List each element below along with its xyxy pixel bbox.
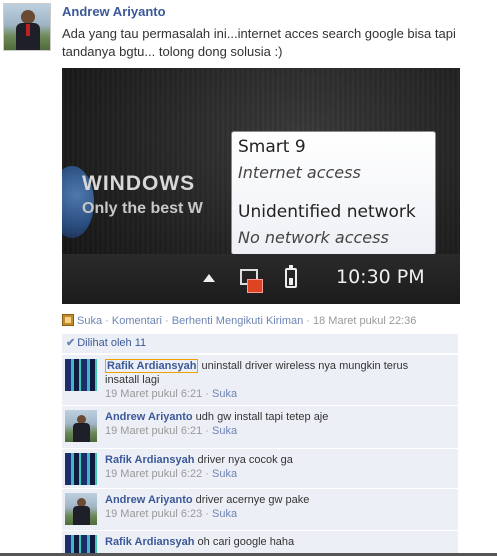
like-link[interactable]: Suka [77, 315, 102, 327]
meta-separator: · [202, 388, 213, 400]
comment-link[interactable]: Komentari [112, 315, 162, 327]
comment-like-link[interactable]: Suka [212, 508, 237, 520]
comment-meta: 19 Maret pukul 6:23 · Suka [105, 508, 237, 520]
commenter-name[interactable]: Rafik Ardiansyah [105, 536, 194, 548]
meta-separator: · [202, 425, 213, 437]
poster-avatar[interactable] [3, 3, 51, 51]
check-icon: ✔ [66, 337, 76, 349]
comment-time[interactable]: 19 Maret pukul 6:21 [105, 388, 202, 400]
commenter-name[interactable]: Rafik Ardiansyah [105, 359, 199, 373]
action-separator: · [162, 315, 172, 327]
network-warning-icon [238, 266, 263, 293]
seen-by-label[interactable]: Dilihat oleh 11 [77, 337, 146, 349]
comment-body: Rafik Ardiansyah oh cari google haha [105, 535, 445, 549]
comment-time[interactable]: 19 Maret pukul 6:21 [105, 425, 202, 437]
action-separator: · [102, 315, 112, 327]
comment-meta: 19 Maret pukul 6:22 · Suka [105, 468, 237, 480]
wallpaper-title: WINDOWS [82, 172, 196, 195]
taskbar-clock: 10:30 PM [336, 266, 425, 288]
comment-text: driver acernye gw pake [195, 494, 310, 506]
post-photo[interactable]: WINDOWS Only the best W Smart 9 Internet… [62, 68, 460, 304]
seen-by-bar[interactable]: ✔ Dilihat oleh 11 [62, 334, 458, 353]
battery-icon [285, 265, 297, 288]
commenter-avatar[interactable] [65, 410, 97, 442]
commenter-name[interactable]: Andrew Ariyanto [105, 494, 193, 506]
comment-text: driver nya cocok ga [197, 454, 293, 466]
comment-item: Rafik Ardiansyah oh cari google haha [62, 531, 458, 553]
network-2-status: No network access [238, 228, 389, 247]
commenter-name[interactable]: Rafik Ardiansyah [105, 454, 194, 466]
comment-body: Rafik Ardiansyah uninstall driver wirele… [105, 359, 445, 401]
commenter-avatar[interactable] [65, 453, 97, 485]
comment-like-link[interactable]: Suka [212, 425, 237, 437]
error-badge [247, 279, 263, 293]
network-tooltip: Smart 9 Internet access Unidentified net… [231, 131, 436, 255]
comment-item: Andrew Ariyanto driver acernye gw pake 1… [62, 489, 458, 530]
comment-text: udh gw install tapi tetep aje [195, 411, 329, 423]
comment-text: oh cari google haha [197, 536, 295, 548]
post-action-bar: Suka · Komentari · Berhenti Mengikuti Ki… [62, 314, 416, 327]
show-hidden-icons-arrow-icon [203, 274, 215, 282]
post-timestamp[interactable]: 18 Maret pukul 22:36 [313, 315, 416, 327]
comment-item: Rafik Ardiansyah driver nya cocok ga 19 … [62, 449, 458, 488]
comment-item: Andrew Ariyanto udh gw install tapi tete… [62, 406, 458, 448]
network-1-status: Internet access [238, 163, 361, 182]
commenter-name[interactable]: Andrew Ariyanto [105, 411, 193, 423]
commenter-avatar[interactable] [65, 359, 97, 391]
unfollow-link[interactable]: Berhenti Mengikuti Kiriman [172, 315, 303, 327]
avatar-tie [26, 24, 30, 36]
comment-meta: 19 Maret pukul 6:21 · Suka [105, 388, 237, 400]
comment-body: Rafik Ardiansyah driver nya cocok ga 19 … [105, 453, 445, 481]
comment-meta: 19 Maret pukul 6:21 · Suka [105, 425, 237, 437]
network-2-name: Unidentified network [238, 202, 416, 222]
wallpaper-subtitle: Only the best W [82, 200, 203, 217]
comment-time[interactable]: 19 Maret pukul 6:23 [105, 508, 202, 520]
comment-like-link[interactable]: Suka [212, 388, 237, 400]
action-separator: · [303, 315, 314, 327]
avatar-head [21, 10, 35, 24]
comment-like-link[interactable]: Suka [212, 468, 237, 480]
like-icon [62, 314, 74, 326]
meta-separator: · [202, 468, 213, 480]
commenter-avatar[interactable] [65, 535, 97, 553]
commenter-avatar[interactable] [65, 493, 97, 525]
meta-separator: · [202, 508, 213, 520]
comment-item: Rafik Ardiansyah uninstall driver wirele… [62, 355, 458, 405]
post-text: Ada yang tau permasalah ini...internet a… [62, 26, 456, 59]
poster-name[interactable]: Andrew Ariyanto [62, 4, 166, 19]
comment-time[interactable]: 19 Maret pukul 6:22 [105, 468, 202, 480]
comment-body: Andrew Ariyanto driver acernye gw pake 1… [105, 493, 445, 521]
network-1-name: Smart 9 [238, 137, 306, 157]
comment-body: Andrew Ariyanto udh gw install tapi tete… [105, 410, 445, 438]
